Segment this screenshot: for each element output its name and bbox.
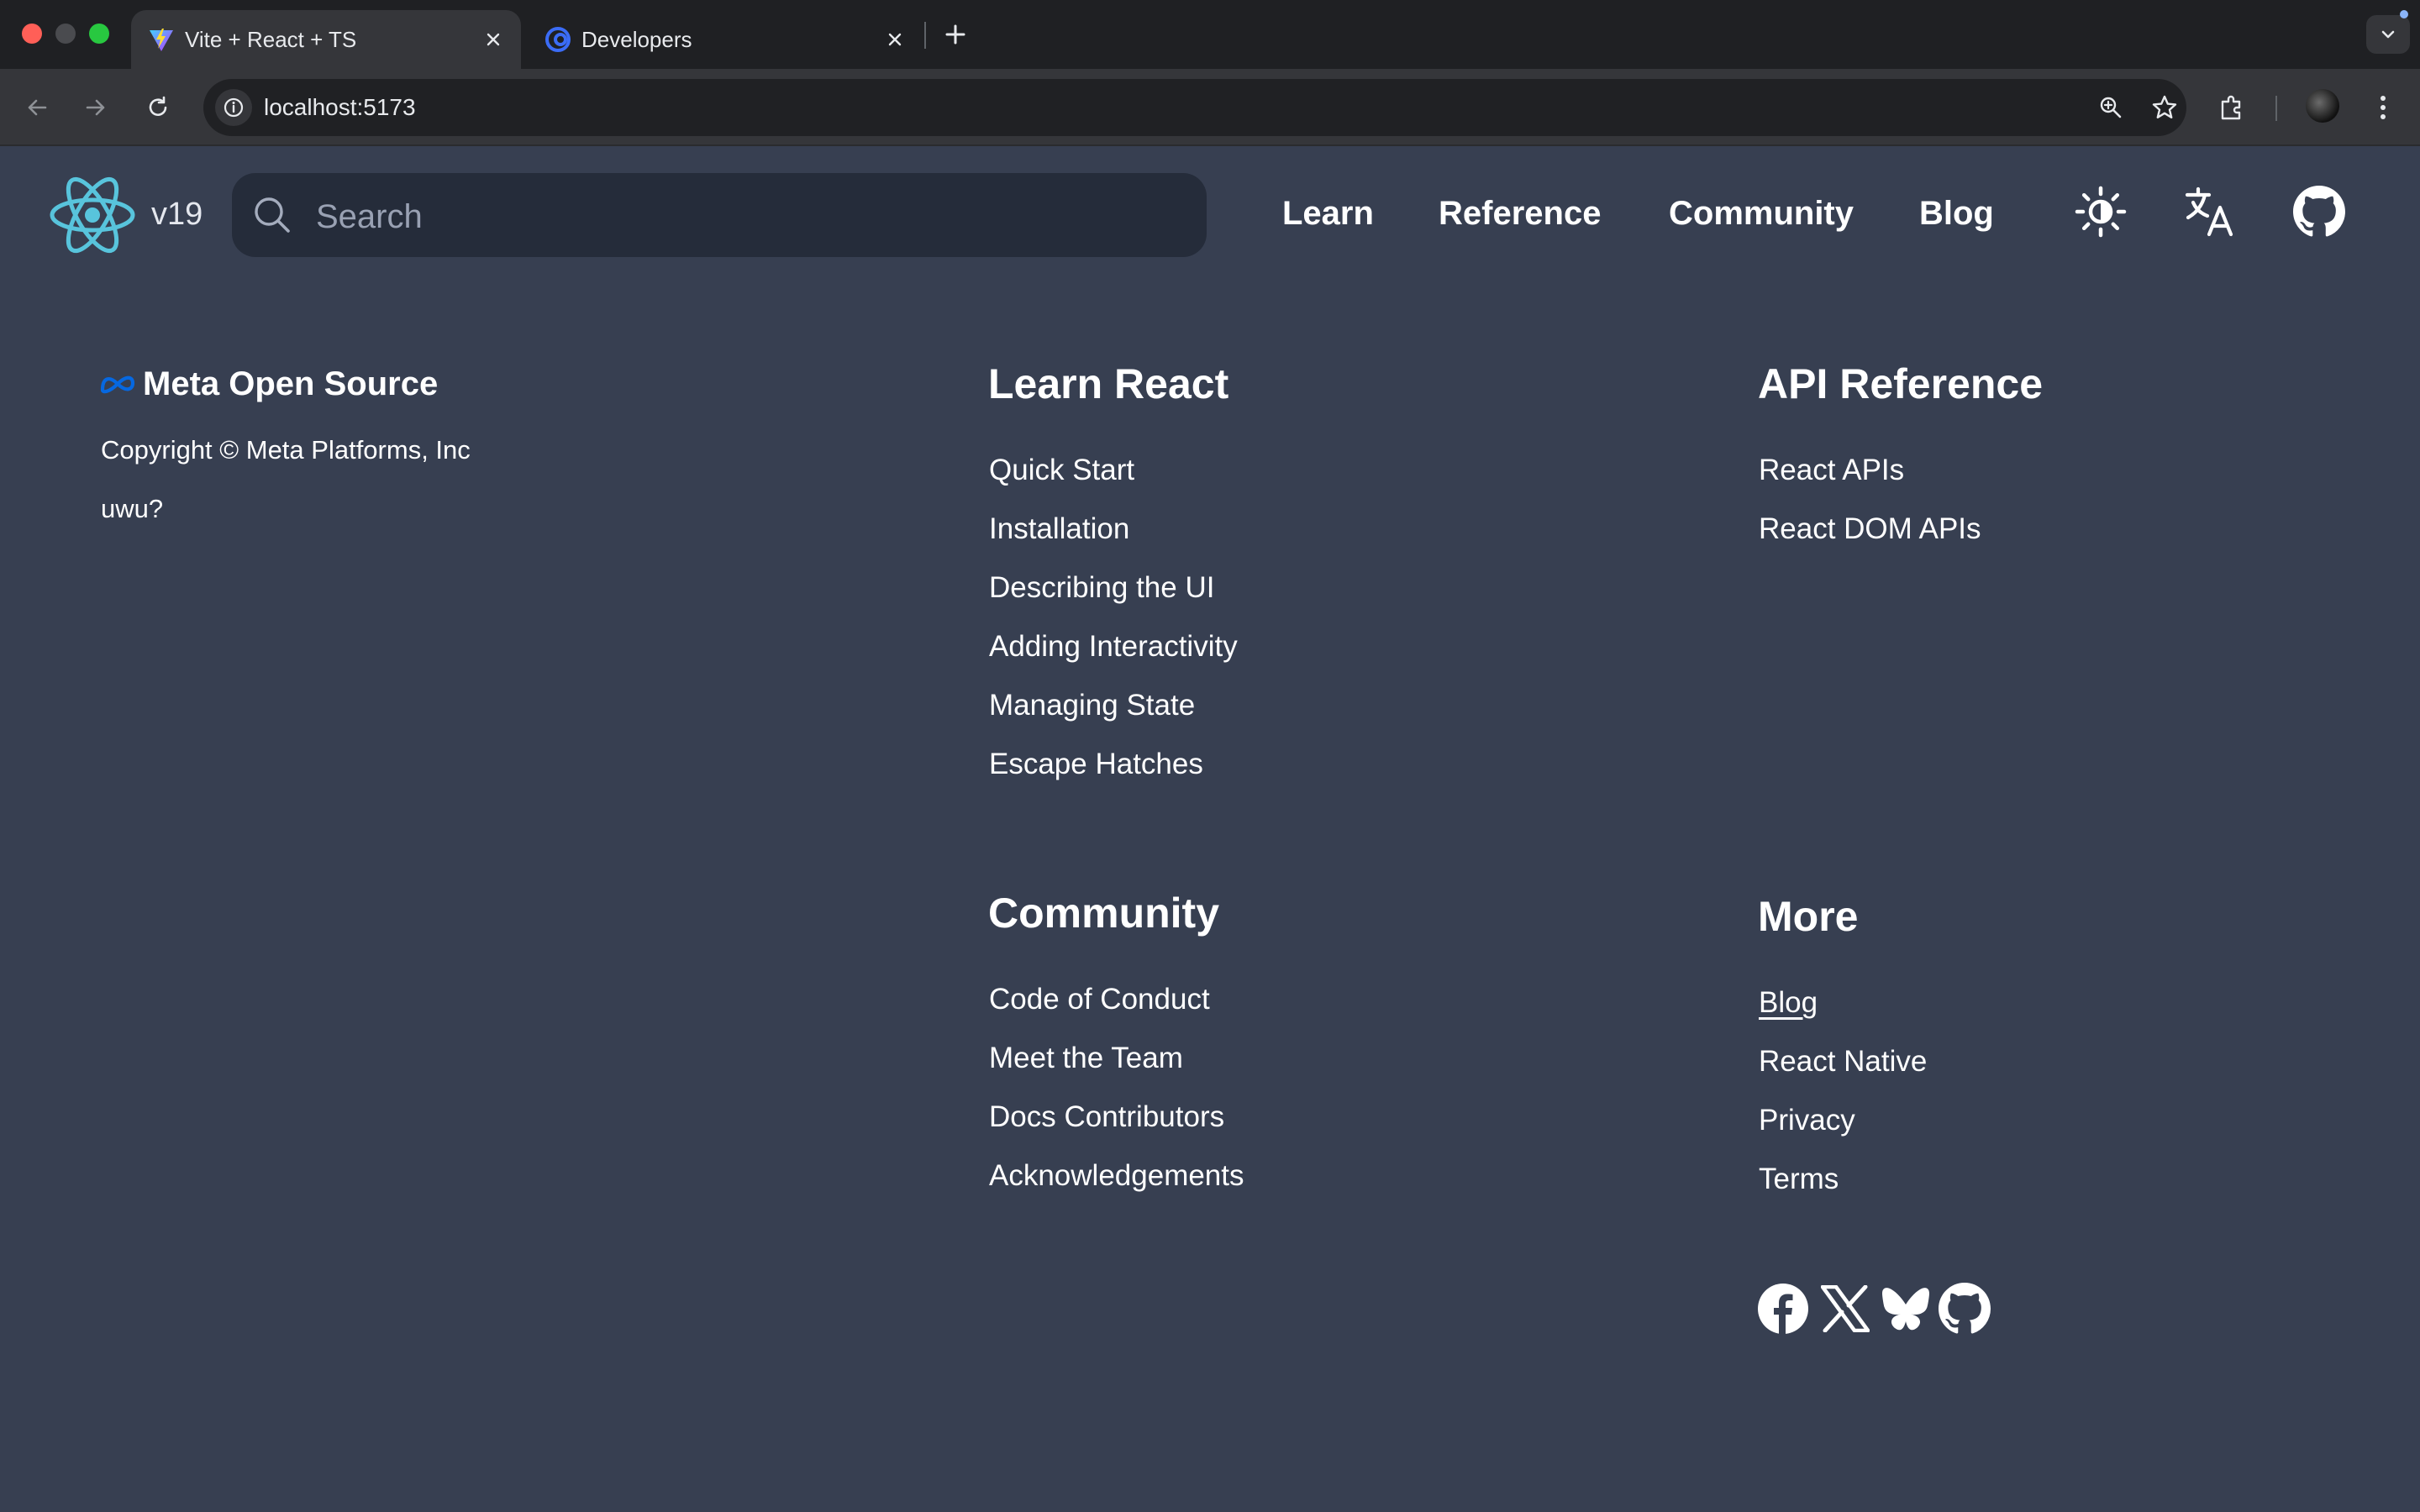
footer-link[interactable]: Privacy	[1759, 1104, 1855, 1137]
version-label[interactable]: v19	[151, 197, 203, 233]
reload-button[interactable]	[138, 87, 178, 128]
zoom-icon[interactable]	[2094, 91, 2128, 124]
footer-link-blog[interactable]: Blog	[1759, 986, 1818, 1020]
github-icon[interactable]	[2292, 185, 2346, 239]
browser-tab[interactable]: Developers	[528, 10, 923, 69]
x-icon[interactable]	[1818, 1282, 1872, 1336]
footer-link[interactable]: Docs Contributors	[989, 1100, 1224, 1134]
tab-title: Vite + React + TS	[185, 26, 357, 52]
meta-open-source-link[interactable]: Meta Open Source	[99, 363, 438, 405]
github-icon[interactable]	[1938, 1282, 1991, 1336]
tab-close-icon[interactable]	[481, 27, 506, 52]
toolbar-divider	[2275, 96, 2277, 121]
search-icon	[255, 197, 290, 233]
extensions-icon[interactable]	[2212, 87, 2252, 128]
language-icon[interactable]	[2183, 185, 2237, 239]
footer-link[interactable]: React APIs	[1759, 454, 1904, 487]
back-button[interactable]	[17, 87, 57, 128]
vite-icon	[146, 24, 176, 55]
tab-close-icon[interactable]	[882, 27, 908, 52]
footer-link[interactable]: Quick Start	[989, 454, 1134, 487]
footer-link[interactable]: Managing State	[989, 689, 1195, 722]
footer-heading-learn[interactable]: Learn React	[988, 360, 1228, 408]
footer-heading-api[interactable]: API Reference	[1758, 360, 2043, 408]
uwu-toggle[interactable]: uwu?	[101, 494, 163, 524]
footer-link[interactable]: Terms	[1759, 1163, 1839, 1196]
browser-tabstrip: Vite + React + TS Developers	[0, 0, 2420, 69]
profile-avatar[interactable]	[2306, 89, 2339, 123]
tab-separator	[924, 22, 926, 49]
search-input[interactable]: Search	[232, 173, 1207, 257]
window-minimize-button[interactable]	[55, 24, 76, 44]
footer-link[interactable]: Describing the UI	[989, 571, 1214, 605]
nav-community[interactable]: Community	[1669, 195, 1854, 233]
developers-icon	[543, 24, 573, 55]
new-tab-button[interactable]	[939, 18, 971, 50]
footer-link[interactable]: React Native	[1759, 1045, 1927, 1079]
nav-learn[interactable]: Learn	[1282, 195, 1374, 233]
window-close-button[interactable]	[22, 24, 42, 44]
bluesky-icon[interactable]	[1879, 1282, 1933, 1336]
meta-logo-icon	[100, 375, 135, 394]
nav-reference[interactable]: Reference	[1439, 195, 1601, 233]
tab-search-button[interactable]	[2366, 15, 2410, 54]
search-placeholder: Search	[316, 198, 423, 235]
notification-dot	[2400, 10, 2408, 18]
footer-link[interactable]: Meet the Team	[989, 1042, 1183, 1075]
footer-link[interactable]: Installation	[989, 512, 1129, 546]
footer-link[interactable]: Escape Hatches	[989, 748, 1203, 781]
site-info-icon[interactable]	[215, 89, 252, 126]
browser-tab-active[interactable]: Vite + React + TS	[131, 10, 521, 69]
footer-heading-more: More	[1758, 893, 1859, 940]
browser-toolbar: localhost:5173	[0, 69, 2420, 146]
bookmark-star-icon[interactable]	[2148, 91, 2181, 124]
footer-link[interactable]: React DOM APIs	[1759, 512, 1981, 546]
copyright-text: Copyright © Meta Platforms, Inc	[101, 435, 471, 465]
react-logo-icon[interactable]	[47, 173, 138, 257]
footer-link[interactable]: Acknowledgements	[989, 1159, 1244, 1193]
meta-brand-text: Meta Open Source	[143, 365, 439, 402]
facebook-icon[interactable]	[1756, 1282, 1810, 1336]
url-text[interactable]: localhost:5173	[264, 94, 416, 121]
forward-button[interactable]	[76, 87, 116, 128]
site-nav: v19 Search Learn Reference Community Blo…	[0, 148, 2420, 282]
footer-heading-community[interactable]: Community	[988, 889, 1219, 937]
nav-blog[interactable]: Blog	[1919, 195, 1994, 233]
tab-title: Developers	[581, 26, 692, 52]
footer-link[interactable]: Adding Interactivity	[989, 630, 1238, 664]
address-bar[interactable]: localhost:5173	[203, 79, 2186, 136]
window-maximize-button[interactable]	[89, 24, 109, 44]
more-menu-icon[interactable]	[2363, 87, 2403, 128]
footer-link[interactable]: Code of Conduct	[989, 983, 1210, 1016]
theme-toggle-icon[interactable]	[2074, 185, 2128, 239]
